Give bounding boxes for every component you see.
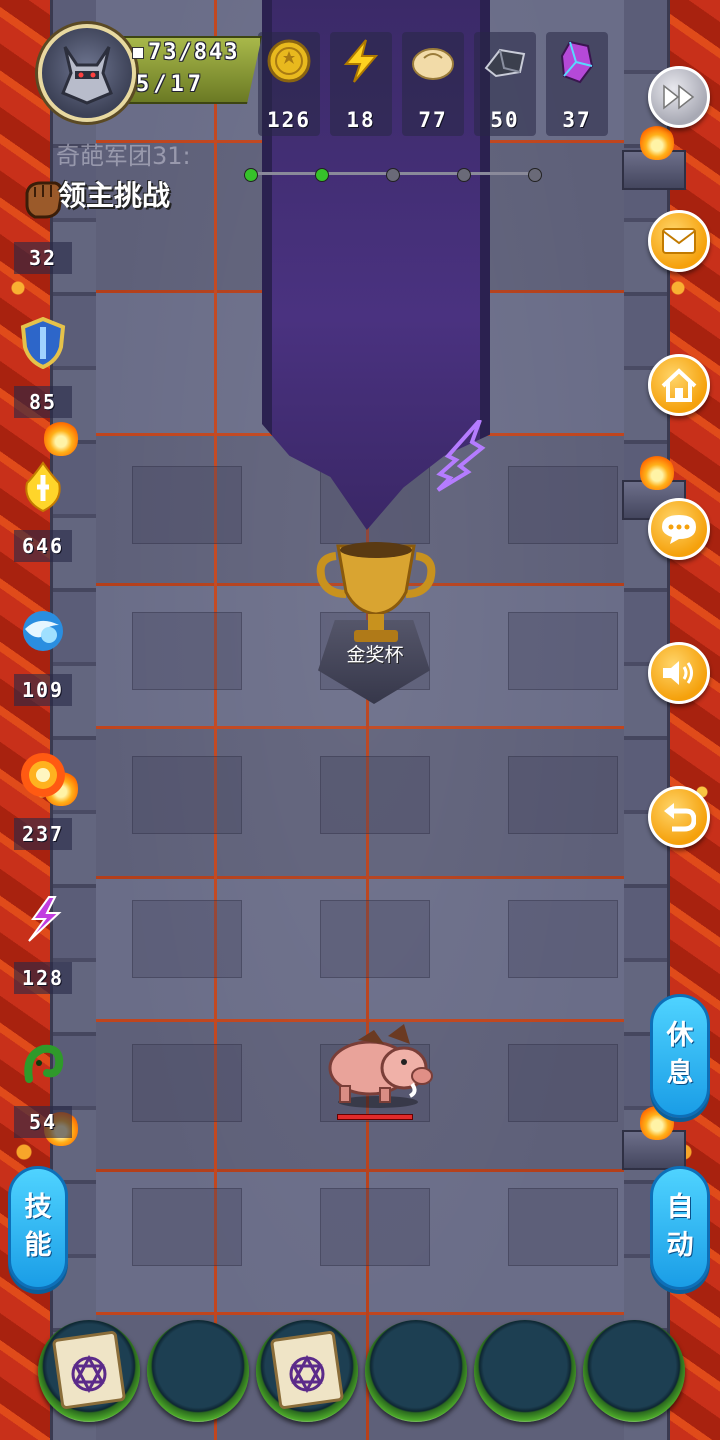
stat-defense-value: 85 bbox=[14, 386, 72, 418]
magic-scroll-icon bbox=[270, 1331, 344, 1409]
sound-button[interactable] bbox=[648, 642, 710, 704]
resource-gold-value: 126 bbox=[267, 108, 311, 132]
skill-slot[interactable] bbox=[147, 1320, 249, 1422]
enemy-health-bar bbox=[337, 1114, 413, 1120]
player-avatar[interactable] bbox=[38, 24, 136, 122]
skill-slot[interactable] bbox=[256, 1320, 358, 1422]
stage-title: 领主挑战 bbox=[58, 179, 171, 212]
return-arrow-icon bbox=[664, 803, 696, 832]
stat-holy[interactable]: 646 bbox=[14, 454, 72, 586]
boar-enemy[interactable] bbox=[318, 1010, 438, 1110]
stat-poison[interactable]: 54 bbox=[14, 1030, 72, 1162]
chat-button[interactable] bbox=[648, 498, 710, 560]
grid-cell[interactable] bbox=[508, 756, 618, 834]
auto-button[interactable]: 自 动 bbox=[650, 1166, 710, 1290]
mail-icon bbox=[662, 228, 696, 254]
stat-attack-value: 32 bbox=[14, 242, 72, 274]
stage-progress bbox=[244, 168, 542, 182]
skill-slot[interactable] bbox=[474, 1320, 576, 1422]
purple-lightning-icon bbox=[28, 896, 62, 942]
stat-fire-value: 237 bbox=[14, 818, 72, 850]
skill-slot[interactable] bbox=[38, 1320, 140, 1422]
grid-cell[interactable] bbox=[132, 1044, 242, 1122]
mail-button[interactable] bbox=[648, 210, 710, 272]
bun-icon bbox=[412, 48, 454, 80]
resource-food: 77 bbox=[402, 32, 464, 136]
lightning-icon bbox=[343, 39, 379, 83]
armored-knight-icon bbox=[61, 46, 113, 105]
stat-fire[interactable]: 237 bbox=[14, 742, 72, 874]
resource-crystal-value: 37 bbox=[562, 108, 592, 132]
grid-cell[interactable] bbox=[508, 466, 618, 544]
return-button[interactable] bbox=[648, 786, 710, 848]
stat-poison-value: 54 bbox=[14, 1106, 72, 1138]
hp-icon bbox=[132, 47, 144, 59]
resource-energy: 18 bbox=[330, 32, 392, 136]
torch-flame bbox=[640, 454, 674, 490]
green-tentacle-icon bbox=[24, 1044, 64, 1083]
rest-button[interactable]: 休 息 bbox=[650, 994, 710, 1118]
trophy-label: 金奖杯 bbox=[346, 644, 404, 666]
stat-water-value: 109 bbox=[14, 674, 72, 706]
skill-button[interactable]: 技 能 bbox=[8, 1166, 68, 1290]
resource-crystal: 37 bbox=[546, 32, 608, 136]
shield-icon bbox=[20, 317, 66, 369]
chat-icon bbox=[662, 515, 696, 544]
player-hp: 73/843 bbox=[132, 40, 239, 65]
resource-ore-value: 50 bbox=[490, 108, 520, 132]
player-level: 5/17 bbox=[136, 72, 205, 97]
stat-holy-value: 646 bbox=[14, 530, 72, 562]
skill-slot[interactable] bbox=[583, 1320, 685, 1422]
banner-lightning-icon bbox=[436, 420, 486, 492]
fast-forward-button[interactable] bbox=[648, 66, 710, 128]
magic-scroll-icon bbox=[52, 1331, 126, 1409]
gold-trophy-icon[interactable] bbox=[316, 536, 436, 646]
skill-slot[interactable] bbox=[365, 1320, 467, 1422]
fire-orb-icon bbox=[21, 753, 65, 797]
progress-dot bbox=[386, 168, 400, 182]
resource-ore: 50 bbox=[474, 32, 536, 136]
grid-cell[interactable] bbox=[132, 1188, 242, 1266]
progress-dot bbox=[244, 168, 258, 182]
iron-ore-icon bbox=[484, 48, 526, 78]
holy-flame-icon bbox=[25, 461, 61, 513]
progress-dot bbox=[457, 168, 471, 182]
grid-cell[interactable] bbox=[132, 612, 242, 690]
speaker-icon bbox=[663, 661, 693, 685]
resource-energy-value: 18 bbox=[346, 108, 376, 132]
gold-coin-icon bbox=[267, 39, 311, 83]
resource-food-value: 77 bbox=[418, 108, 448, 132]
grid-cell[interactable] bbox=[508, 612, 618, 690]
home-button[interactable] bbox=[648, 354, 710, 416]
stat-defense[interactable]: 85 bbox=[14, 310, 72, 442]
stat-water[interactable]: 109 bbox=[14, 598, 72, 730]
player-hp-value: 73/843 bbox=[148, 40, 240, 65]
grid-cell[interactable] bbox=[132, 756, 242, 834]
grid-cell[interactable] bbox=[132, 900, 242, 978]
resource-gold: 126 bbox=[258, 32, 320, 136]
progress-dot bbox=[528, 168, 542, 182]
torch-flame bbox=[640, 124, 674, 160]
grid-cell[interactable] bbox=[320, 756, 430, 834]
grid-cell[interactable] bbox=[508, 1188, 618, 1266]
grid-cell[interactable] bbox=[132, 466, 242, 544]
grid-cell[interactable] bbox=[320, 1188, 430, 1266]
grid-cell[interactable] bbox=[508, 1044, 618, 1122]
home-icon bbox=[661, 368, 697, 402]
stage-subtitle: 奇葩军团31: bbox=[56, 142, 191, 170]
water-orb-icon bbox=[23, 611, 63, 651]
grid-cell[interactable] bbox=[508, 900, 618, 978]
fast-forward-icon bbox=[663, 84, 695, 110]
stat-lightning[interactable]: 128 bbox=[14, 886, 72, 1018]
grid-cell[interactable] bbox=[320, 900, 430, 978]
crystal-icon bbox=[560, 40, 594, 84]
stat-lightning-value: 128 bbox=[14, 962, 72, 994]
progress-dot bbox=[315, 168, 329, 182]
